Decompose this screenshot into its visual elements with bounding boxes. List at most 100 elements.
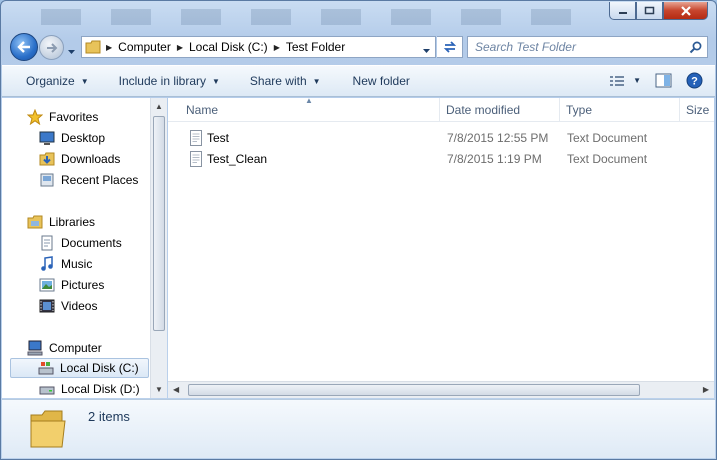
music-icon bbox=[41, 256, 53, 271]
system-drive-icon bbox=[38, 362, 54, 375]
recent-places-icon bbox=[40, 173, 54, 187]
file-type: Text Document bbox=[567, 152, 648, 166]
maximize-button[interactable] bbox=[636, 2, 663, 20]
nav-videos-label: Videos bbox=[61, 299, 98, 313]
nav-computer-label: Computer bbox=[49, 341, 102, 355]
minimize-icon bbox=[618, 11, 627, 14]
column-date-modified[interactable]: Date modified bbox=[440, 98, 560, 122]
nav-videos[interactable]: Videos bbox=[39, 296, 150, 316]
nav-local-disk-c[interactable]: Local Disk (C:) bbox=[10, 358, 149, 378]
close-button[interactable] bbox=[663, 2, 708, 20]
details-view-icon bbox=[610, 75, 625, 86]
downloads-icon bbox=[39, 152, 55, 166]
breadcrumb-test-folder[interactable]: Test Folder bbox=[286, 40, 345, 54]
pictures-icon bbox=[39, 278, 55, 292]
column-name[interactable]: Name bbox=[180, 98, 440, 122]
address-history-dropdown[interactable] bbox=[422, 43, 431, 57]
column-type[interactable]: Type bbox=[560, 98, 680, 122]
nav-downloads-label: Downloads bbox=[61, 152, 121, 166]
videos-icon bbox=[39, 299, 55, 313]
new-folder-button[interactable]: New folder bbox=[333, 66, 422, 96]
chevron-down-icon: ▼ bbox=[312, 76, 321, 86]
view-controls: ▼ ? bbox=[609, 72, 703, 89]
nav-pictures[interactable]: Pictures bbox=[39, 275, 150, 295]
chevron-down-icon: ▼ bbox=[212, 76, 220, 86]
search-placeholder: Search Test Folder bbox=[475, 40, 576, 54]
nav-desktop-label: Desktop bbox=[61, 131, 106, 145]
computer-icon bbox=[27, 340, 43, 356]
new-folder-label: New folder bbox=[352, 74, 410, 88]
text-document-icon bbox=[190, 130, 202, 146]
folder-icon bbox=[30, 410, 66, 448]
nav-downloads[interactable]: Downloads bbox=[39, 149, 150, 169]
minimize-button[interactable] bbox=[609, 2, 636, 20]
change-view-button[interactable]: ▼ bbox=[609, 75, 641, 87]
text-document-icon bbox=[190, 151, 202, 167]
forward-button[interactable] bbox=[39, 35, 64, 60]
explorer-window: ▶ Computer ▶ Local Disk (C:) ▶ Test Fold… bbox=[0, 0, 717, 460]
back-button[interactable] bbox=[10, 33, 38, 61]
chevron-down-icon: ▼ bbox=[633, 76, 641, 85]
share-with-label: Share with bbox=[249, 74, 307, 88]
help-icon[interactable]: ? bbox=[686, 72, 703, 89]
details-pane: 2 items bbox=[2, 399, 715, 458]
file-row[interactable]: Test_Clean 7/8/2015 1:19 PM Text Documen… bbox=[168, 149, 714, 169]
breadcrumb-arrow-icon[interactable]: ▶ bbox=[106, 43, 112, 52]
scroll-down-icon[interactable]: ▼ bbox=[155, 385, 163, 394]
nav-libraries[interactable]: Libraries bbox=[27, 212, 150, 232]
address-bar[interactable]: ▶ Computer ▶ Local Disk (C:) ▶ Test Fold… bbox=[81, 36, 436, 58]
file-date: 7/8/2015 1:19 PM bbox=[447, 152, 542, 166]
command-bar: Organize ▼ Include in library ▼ Share wi… bbox=[2, 65, 715, 97]
organize-button[interactable]: Organize ▼ bbox=[2, 66, 101, 96]
file-list-horizontal-scrollbar[interactable]: ◀ ▶ bbox=[168, 381, 714, 398]
file-row[interactable]: Test 7/8/2015 12:55 PM Text Document bbox=[168, 128, 714, 148]
desktop-icon bbox=[39, 131, 55, 145]
nav-music[interactable]: Music bbox=[39, 254, 150, 274]
scroll-up-icon[interactable]: ▲ bbox=[155, 102, 163, 111]
back-arrow-icon bbox=[17, 41, 30, 53]
nav-computer[interactable]: Computer bbox=[27, 338, 150, 358]
close-icon bbox=[680, 5, 691, 16]
scroll-thumb[interactable] bbox=[188, 384, 640, 396]
maximize-icon bbox=[644, 6, 655, 15]
preview-pane-icon[interactable] bbox=[655, 73, 672, 88]
nav-local-disk-d-label: Local Disk (D:) bbox=[61, 382, 140, 396]
nav-desktop[interactable]: Desktop bbox=[39, 128, 150, 148]
nav-recent-places[interactable]: Recent Places bbox=[39, 170, 150, 190]
column-headers: ▲ Name Date modified Type Size bbox=[168, 98, 714, 122]
navigation-pane: Favorites Desktop Downloads Recent Place… bbox=[2, 98, 150, 398]
breadcrumb-arrow-icon[interactable]: ▶ bbox=[274, 43, 280, 52]
nav-local-disk-d[interactable]: Local Disk (D:) bbox=[39, 379, 150, 398]
breadcrumb-local-disk-c[interactable]: Local Disk (C:) bbox=[189, 40, 268, 54]
nav-favorites-label: Favorites bbox=[49, 110, 99, 124]
nav-favorites[interactable]: Favorites bbox=[27, 107, 150, 127]
nav-documents[interactable]: Documents bbox=[39, 233, 150, 253]
file-name: Test bbox=[207, 131, 230, 145]
file-name-cell: Test_Clean bbox=[188, 149, 267, 169]
nav-local-disk-c-label: Local Disk (C:) bbox=[60, 361, 139, 375]
recent-pages-dropdown[interactable] bbox=[67, 44, 76, 58]
chevron-down-icon bbox=[68, 50, 75, 54]
search-icon bbox=[689, 41, 702, 54]
navigation-pane-scrollbar[interactable]: ▲ ▼ bbox=[150, 98, 167, 398]
column-size[interactable]: Size bbox=[680, 98, 714, 122]
refresh-button[interactable] bbox=[437, 36, 463, 58]
share-with-button[interactable]: Share with ▼ bbox=[232, 66, 333, 96]
folder-icon bbox=[85, 40, 101, 54]
scroll-right-icon[interactable]: ▶ bbox=[703, 385, 709, 394]
nav-libraries-label: Libraries bbox=[49, 215, 96, 229]
nav-pictures-label: Pictures bbox=[61, 278, 105, 292]
organize-label: Organize bbox=[26, 74, 75, 88]
search-input[interactable]: Search Test Folder bbox=[467, 36, 708, 58]
file-type: Text Document bbox=[567, 131, 648, 145]
breadcrumb-computer[interactable]: Computer bbox=[118, 40, 171, 54]
scroll-thumb[interactable] bbox=[153, 116, 165, 331]
drive-icon bbox=[39, 386, 55, 395]
include-in-library-label: Include in library bbox=[118, 74, 206, 88]
breadcrumb-arrow-icon[interactable]: ▶ bbox=[177, 43, 183, 52]
svg-text:?: ? bbox=[691, 76, 698, 88]
include-in-library-button[interactable]: Include in library ▼ bbox=[101, 66, 232, 96]
scroll-left-icon[interactable]: ◀ bbox=[173, 385, 179, 394]
refresh-icon bbox=[443, 41, 456, 53]
file-list: ▲ Name Date modified Type Size Test 7/8/… bbox=[168, 98, 714, 381]
